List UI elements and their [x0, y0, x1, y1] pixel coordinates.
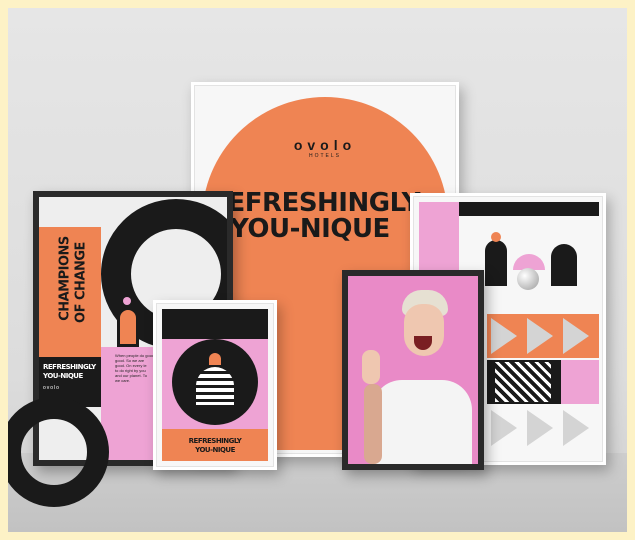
left-poster-tagline-1: REFRESHINGLY	[43, 363, 96, 371]
small-poster-figure-body	[196, 367, 234, 405]
brand-subname: HOTELS	[308, 153, 341, 159]
small-poster-tagline-1: REFRESHINGLY	[188, 437, 242, 445]
small-poster-black-top	[162, 309, 268, 339]
person-arm-tattoo	[364, 384, 382, 464]
triangle-shape	[563, 410, 589, 446]
small-poster-figure-head	[209, 353, 221, 365]
small-poster-tagline-2: YOU-NIQUE	[195, 446, 235, 454]
left-poster-pink-ball	[123, 297, 131, 305]
left-poster-vertical-title-2: OF CHANGE	[73, 242, 89, 323]
right-poster-arch-right	[551, 244, 577, 286]
triangle-shape	[491, 410, 517, 446]
photo-scene: ovolo HOTELS REFRESHINGLY YOU-NIQUE CHAM…	[8, 8, 627, 532]
left-poster-logo: ovolo	[43, 385, 60, 391]
right-poster-orange-ball	[491, 232, 501, 242]
right-poster-black-bar	[459, 202, 599, 216]
stripe-block-pink	[561, 360, 599, 404]
left-poster-tagline-2: YOU-NIQUE	[43, 372, 83, 380]
triangle-shape	[491, 318, 517, 354]
small-poster-orange-bottom	[162, 429, 268, 461]
left-poster-orange-arch	[117, 307, 139, 347]
left-poster-vertical-title-1: CHAMPIONS	[57, 236, 73, 321]
small-poster-frame: REFRESHINGLY YOU-NIQUE	[153, 300, 277, 470]
right-poster-silver-ball	[517, 268, 539, 290]
brand-logo: ovolo	[293, 137, 357, 153]
right-poster-stripes	[495, 362, 551, 402]
triangle-shape	[527, 410, 553, 446]
triangle-shape	[527, 318, 553, 354]
triangle-shape	[563, 318, 589, 354]
right-poster-arch-left	[485, 240, 507, 286]
portrait-photo-frame	[342, 270, 484, 470]
person-shirt	[372, 380, 472, 464]
person-hand	[362, 350, 380, 384]
